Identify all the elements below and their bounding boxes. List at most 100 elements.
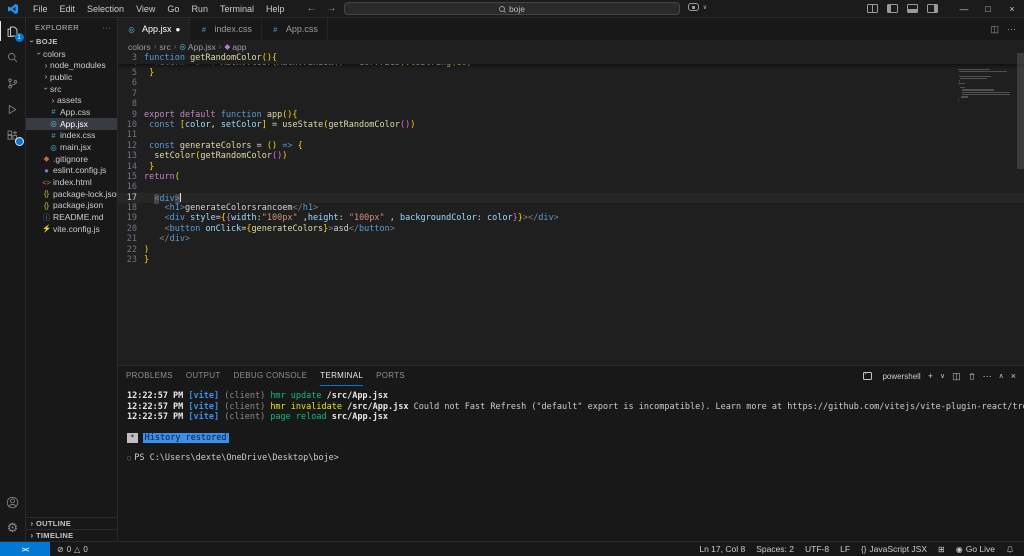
breadcrumb-item-colors[interactable]: colors: [128, 42, 151, 52]
tree-item-app-jsx[interactable]: ◎App.jsx: [26, 118, 117, 130]
run-and-debug-icon[interactable]: [0, 96, 26, 122]
status-notifications[interactable]: [1006, 545, 1014, 554]
close-button[interactable]: ×: [1000, 0, 1024, 18]
code-area[interactable]: 4 return "#" + Math.floor(Math.random() …: [118, 64, 1024, 365]
terminal-prompt[interactable]: ○PS C:\Users\dexte\OneDrive\Desktop\boje…: [127, 453, 1024, 464]
code-line-16[interactable]: 16: [118, 182, 1024, 192]
code-line-17[interactable]: 17 <div>: [118, 193, 1024, 203]
tree-item-readme-md[interactable]: ⓘREADME.md: [26, 211, 117, 223]
search-view-icon[interactable]: [0, 44, 26, 70]
status-cursor-position[interactable]: Ln 17, Col 8: [699, 544, 745, 554]
customize-layout-icon[interactable]: [867, 4, 878, 13]
panel-more-icon[interactable]: ⋯: [983, 371, 992, 382]
remote-indicator[interactable]: ><: [0, 542, 50, 556]
menu-view[interactable]: View: [130, 0, 161, 17]
code-line-14[interactable]: 14 }: [118, 162, 1024, 172]
menu-edit[interactable]: Edit: [54, 0, 82, 17]
code-line-3[interactable]: 3function getRandomColor(){: [118, 53, 277, 63]
tree-item-package-lock-json[interactable]: {}package-lock.json: [26, 188, 117, 200]
tree-item-vite-config-js[interactable]: ⚡vite.config.js: [26, 223, 117, 235]
tree-item-colors[interactable]: ›colors: [26, 48, 117, 60]
tree-item-assets[interactable]: ›assets: [26, 94, 117, 106]
editor-scrollbar[interactable]: [1017, 53, 1024, 169]
more-actions-icon[interactable]: ⋯: [1007, 24, 1016, 35]
back-arrow-icon[interactable]: ←: [306, 3, 316, 14]
code-line-23[interactable]: 23}: [118, 255, 1024, 265]
split-editor-icon[interactable]: ◫: [990, 24, 999, 35]
terminal-output[interactable]: 12:22:57 PM [vite] (client) hmr update /…: [118, 386, 1024, 541]
tree-item-index-css[interactable]: #index.css: [26, 130, 117, 142]
close-panel-icon[interactable]: ×: [1011, 371, 1016, 381]
status-eol[interactable]: LF: [840, 544, 850, 554]
panel-tab-ports[interactable]: PORTS: [376, 366, 405, 386]
tree-item-package-json[interactable]: {}package.json: [26, 200, 117, 212]
maximize-panel-icon[interactable]: ∧: [999, 372, 1004, 380]
code-line-6[interactable]: 6: [118, 78, 1024, 88]
code-line-11[interactable]: 11: [118, 130, 1024, 140]
tree-item--gitignore[interactable]: ◆.gitignore: [26, 153, 117, 165]
shell-label[interactable]: powershell: [882, 372, 920, 381]
code-line-13[interactable]: 13 setColor(getRandomColor()): [118, 151, 1024, 161]
breadcrumb-item-app-jsx[interactable]: ◎App.jsx: [179, 42, 215, 52]
status-indentation[interactable]: Spaces: 2: [756, 544, 794, 554]
code-line-22[interactable]: 22): [118, 245, 1024, 255]
code-editor[interactable]: 3function getRandomColor(){ 4 return "#"…: [118, 53, 1024, 365]
menu-help[interactable]: Help: [260, 0, 291, 17]
code-line-18[interactable]: 18 <h1>generateColorsrancoem</h1>: [118, 203, 1024, 213]
code-line-8[interactable]: 8: [118, 99, 1024, 109]
extensions-icon[interactable]: [0, 122, 26, 148]
toggle-panel-icon[interactable]: [907, 4, 918, 13]
tree-item-public[interactable]: ›public: [26, 71, 117, 83]
menu-file[interactable]: File: [27, 0, 54, 17]
toggle-secondary-sidebar-icon[interactable]: [927, 4, 938, 13]
modified-dot-icon[interactable]: ●: [176, 25, 181, 34]
tab-index-css[interactable]: #index.css: [190, 18, 262, 40]
status-encoding[interactable]: UTF-8: [805, 544, 829, 554]
code-line-9[interactable]: 9export default function app(){: [118, 110, 1024, 120]
tree-item-src[interactable]: ›src: [26, 83, 117, 95]
forward-arrow-icon[interactable]: →: [326, 3, 336, 14]
source-control-icon[interactable]: [0, 70, 26, 96]
tab-app-jsx[interactable]: ◎App.jsx●: [118, 18, 190, 40]
terminal-dropdown-icon[interactable]: ∨: [940, 372, 945, 380]
breadcrumb-item-src[interactable]: src: [159, 42, 170, 52]
panel-tab-terminal[interactable]: TERMINAL: [320, 366, 363, 386]
panel-tab-problems[interactable]: PROBLEMS: [126, 366, 173, 386]
code-line-7[interactable]: 7: [118, 89, 1024, 99]
tree-item-node-modules[interactable]: ›node_modules: [26, 59, 117, 71]
code-line-5[interactable]: 5 }: [118, 68, 1024, 78]
explorer-more-icon[interactable]: ···: [102, 23, 111, 32]
maximize-button[interactable]: □: [976, 0, 1000, 18]
code-line-15[interactable]: 15return(: [118, 172, 1024, 182]
menu-terminal[interactable]: Terminal: [214, 0, 260, 17]
tree-item-app-css[interactable]: #App.css: [26, 106, 117, 118]
tree-item-index-html[interactable]: <>index.html: [26, 176, 117, 188]
kill-terminal-icon[interactable]: [968, 372, 976, 381]
tree-item-eslint-config-js[interactable]: ●eslint.config.js: [26, 165, 117, 177]
settings-gear-icon[interactable]: ⚙: [0, 515, 26, 541]
split-terminal-icon[interactable]: ◫: [952, 371, 961, 382]
panel-tab-debug-console[interactable]: DEBUG CONSOLE: [234, 366, 308, 386]
code-line-20[interactable]: 20 <button onClick={generateColors}>asd<…: [118, 224, 1024, 234]
new-terminal-icon[interactable]: +: [928, 371, 933, 381]
menu-selection[interactable]: Selection: [81, 0, 130, 17]
command-center-search[interactable]: boje: [344, 2, 680, 15]
accounts-icon[interactable]: [0, 489, 26, 515]
breadcrumb-item-app[interactable]: ◆app: [224, 42, 246, 52]
timeline-section[interactable]: › TIMELINE: [26, 529, 117, 541]
menu-go[interactable]: Go: [161, 0, 185, 17]
tree-item-main-jsx[interactable]: ◎main.jsx: [26, 141, 117, 153]
problems-status[interactable]: ⊘ 0 △ 0: [57, 545, 88, 554]
panel-tab-output[interactable]: OUTPUT: [186, 366, 221, 386]
outline-section[interactable]: › OUTLINE: [26, 517, 117, 529]
tree-item-boje[interactable]: ›BOJE: [26, 36, 117, 48]
copilot-menu[interactable]: ∨: [688, 3, 709, 11]
code-line-19[interactable]: 19 <div style={{width:"100px" ,height: "…: [118, 213, 1024, 223]
tab-app-css[interactable]: #App.css: [262, 18, 328, 40]
status-language-mode[interactable]: {}JavaScript JSX: [861, 544, 927, 554]
status-go-live[interactable]: ◉Go Live: [956, 544, 995, 554]
code-line-12[interactable]: 12 const generateColors = () => {: [118, 141, 1024, 151]
toggle-primary-sidebar-icon[interactable]: [887, 4, 898, 13]
status-extension-grid[interactable]: ⊞: [938, 545, 945, 554]
code-line-10[interactable]: 10 const [color, setColor] = useState(ge…: [118, 120, 1024, 130]
